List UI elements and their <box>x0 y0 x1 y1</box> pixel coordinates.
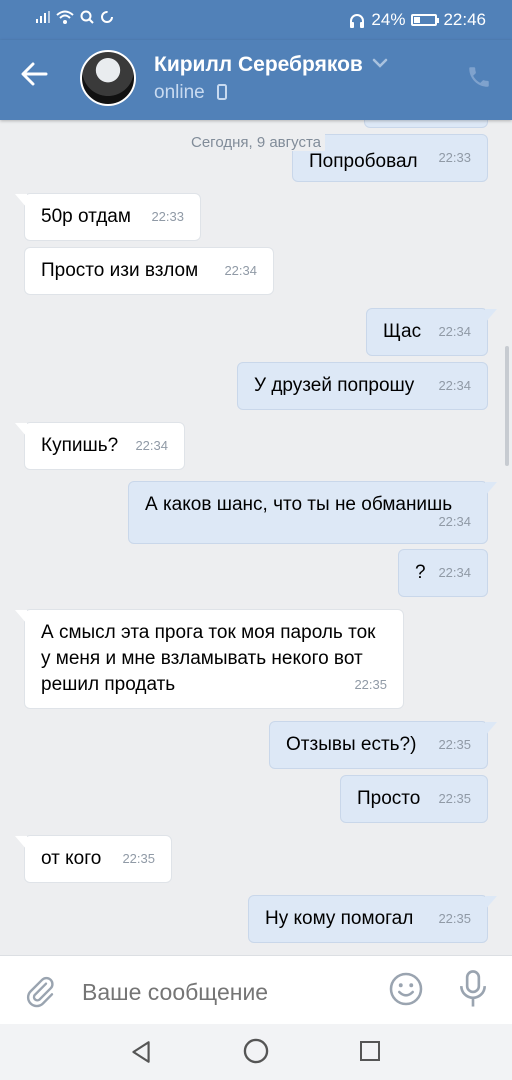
message-time: 22:34 <box>438 378 471 393</box>
nav-recents-button[interactable] <box>358 1039 382 1068</box>
bubble-tail <box>485 722 497 736</box>
back-button[interactable] <box>20 62 60 98</box>
bubble-tail <box>485 309 497 323</box>
message-in[interactable]: 50р отдам 22:33 <box>15 193 201 241</box>
message-time: 22:34 <box>438 565 471 580</box>
square-recents-icon <box>360 1041 380 1061</box>
message-in[interactable]: Просто изи взлом 22:34 <box>24 247 274 295</box>
message-text: У друзей попрошу <box>254 375 415 396</box>
message-out[interactable]: ? 22:34 <box>398 549 488 597</box>
status-icons-right: 24% 22:46 <box>349 10 486 30</box>
message-text: ? <box>415 562 426 583</box>
message-text: А смысл эта прога ток моя пароль ток у м… <box>41 622 376 695</box>
headphones-icon <box>350 13 365 28</box>
battery-icon <box>411 14 440 26</box>
message-composer <box>0 955 512 1025</box>
message-time: 22:35 <box>122 851 155 866</box>
bubble-tail <box>485 896 497 910</box>
bubble-tail <box>15 610 27 624</box>
status-icons-left <box>36 10 114 24</box>
voice-message-button[interactable] <box>458 970 488 1013</box>
message-time: 22:35 <box>354 677 387 692</box>
bubble-tail <box>15 836 27 850</box>
message-text: Отзывы есть?) <box>286 734 417 755</box>
sync-icon <box>101 11 113 23</box>
call-button[interactable] <box>466 64 492 95</box>
microphone-icon <box>459 970 487 1007</box>
attach-button[interactable] <box>24 974 56 1013</box>
message-in[interactable]: от кого 22:35 <box>15 835 172 883</box>
search-icon <box>80 10 94 24</box>
avatar[interactable] <box>80 50 136 106</box>
bubble-tail <box>15 194 27 208</box>
circle-home-icon <box>243 1038 269 1064</box>
paperclip-icon <box>26 976 54 1008</box>
bubble-tail <box>15 423 27 437</box>
message-time: 22:33 <box>151 209 184 224</box>
smiley-icon <box>389 972 423 1006</box>
system-nav-bar <box>0 1024 512 1080</box>
nav-back-button[interactable] <box>128 1039 154 1070</box>
message-list[interactable]: Сегодня, 9 августа Попробовал 22:33 50р … <box>0 120 512 955</box>
nav-home-button[interactable] <box>242 1037 270 1070</box>
message-out[interactable]: Просто 22:35 <box>340 775 488 823</box>
message-in[interactable]: А смысл эта прога ток моя пароль ток у м… <box>15 609 404 709</box>
chevron-down-icon[interactable] <box>372 58 388 68</box>
message-bubble-partial <box>364 120 488 128</box>
date-separator: Сегодня, 9 августа <box>0 134 512 151</box>
arrow-left-icon <box>21 62 48 86</box>
message-out[interactable]: Ну кому помогал 22:35 <box>248 895 497 943</box>
message-text: от кого <box>41 848 102 869</box>
contact-status: online <box>154 82 205 103</box>
wifi-icon <box>56 10 74 24</box>
message-text: Просто изи взлом <box>41 260 199 281</box>
status-bar: 24% 22:46 <box>0 0 512 40</box>
emoji-button[interactable] <box>388 971 424 1012</box>
message-text: Просто <box>357 788 421 809</box>
mobile-device-icon <box>217 84 227 100</box>
message-time: 22:35 <box>438 911 471 926</box>
message-out[interactable]: У друзей попрошу 22:34 <box>237 362 488 410</box>
message-text: А каков шанс, что ты не обманишь <box>145 494 453 515</box>
scrollbar[interactable] <box>505 346 509 466</box>
message-text: Купишь? <box>41 435 119 456</box>
message-time: 22:34 <box>438 324 471 339</box>
message-time: 22:34 <box>135 438 168 453</box>
clock: 22:46 <box>443 10 486 29</box>
message-in[interactable]: Купишь? 22:34 <box>15 422 185 470</box>
message-out[interactable]: Щас 22:34 <box>366 308 497 356</box>
date-label: Сегодня, 9 августа <box>187 134 325 151</box>
message-text: Попробовал <box>309 151 418 172</box>
message-input[interactable] <box>80 974 374 1010</box>
triangle-back-icon <box>132 1041 150 1063</box>
message-time: 22:34 <box>224 263 257 278</box>
message-out[interactable]: Отзывы есть?) 22:35 <box>269 721 497 769</box>
contact-name[interactable]: Кирилл Серебряков <box>154 53 363 77</box>
message-text: Щас <box>383 321 422 342</box>
battery-fill <box>414 17 420 23</box>
message-time: 22:35 <box>438 791 471 806</box>
phone-icon <box>469 67 489 87</box>
battery-percent: 24% <box>371 10 406 29</box>
chat-header: Кирилл Серебряков online <box>0 40 512 120</box>
bubble-tail <box>485 482 497 496</box>
message-time: 22:35 <box>438 737 471 752</box>
message-time: 22:34 <box>438 514 471 529</box>
message-out[interactable]: А каков шанс, что ты не обманишь 22:34 <box>128 481 497 544</box>
message-text: 50р отдам <box>41 206 131 227</box>
message-text: Ну кому помогал <box>265 908 414 929</box>
signal-icon <box>36 11 50 23</box>
